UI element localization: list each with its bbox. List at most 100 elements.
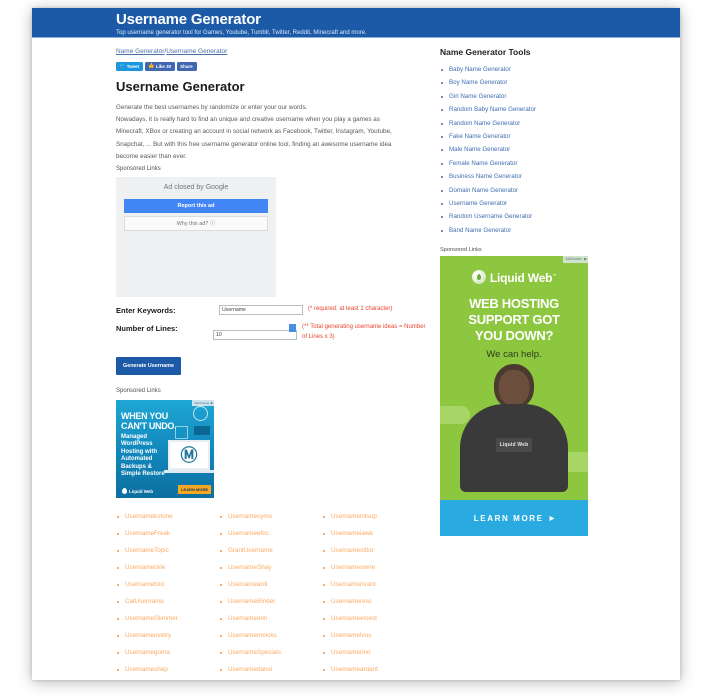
site-title: Username Generator xyxy=(116,11,261,28)
facebook-share-button[interactable]: Share xyxy=(177,62,197,71)
wp-ad-cta-button[interactable]: LEARN MORE xyxy=(178,485,211,495)
liquid-web-subhead: We can help. xyxy=(486,349,542,361)
results-column-2: Usernamecyme Usernameefoc GrantUsername … xyxy=(219,508,322,678)
like-label: Like 30 xyxy=(155,64,172,69)
twitter-tweet-button[interactable]: 🐦 Tweet xyxy=(116,62,144,71)
sidebar-item-baby-name-generator[interactable]: Baby Name Generator xyxy=(432,63,670,76)
wp-ad-brand-label: Liquid Web xyxy=(129,488,154,494)
result-item[interactable]: UsernameGlimmer xyxy=(116,610,219,627)
breadcrumb: Name Generator/Username Generator xyxy=(116,47,432,56)
wordpress-hosting-ad[interactable]: AdChoices WHEN YOU CAN'T UNDO. Managed W… xyxy=(116,400,214,499)
sidebar-item-girl-name-generator[interactable]: Girl Name Generator xyxy=(432,90,670,103)
main-column: Name Generator/Username Generator 🐦 Twee… xyxy=(32,38,432,680)
page-title: Username Generator xyxy=(116,79,245,94)
sidebar-tool-list: Baby Name Generator Boy Name Generator G… xyxy=(432,63,670,237)
result-item[interactable]: UsernameShay xyxy=(219,559,322,576)
result-item[interactable]: Usernamerivant xyxy=(322,576,425,593)
laptop-illustration: Ⓜ xyxy=(168,440,210,471)
result-item[interactable]: Usernametsto xyxy=(116,576,219,593)
result-item[interactable]: Usernameshep xyxy=(116,661,219,678)
lw-headline-3: YOU DOWN? xyxy=(474,328,554,344)
lines-select-wrap xyxy=(213,323,297,341)
results-column-1: Usernamekstone UsernameFreak UsernameTop… xyxy=(116,508,219,678)
report-this-ad-button[interactable]: Report this ad xyxy=(124,199,268,214)
liquid-web-cta-button[interactable]: LEARN MORE ▶ xyxy=(440,500,588,537)
wp-ad-body: Managed WordPress Hosting with Automated… xyxy=(121,434,165,478)
person-photo: Liquid Web xyxy=(458,364,570,493)
sidebar-item-boy-name-generator[interactable]: Boy Name Generator xyxy=(432,76,670,89)
result-item[interactable]: Usernameardant xyxy=(322,661,425,678)
ad-decoration-circle xyxy=(193,406,208,422)
site-header: Username Generator Top username generato… xyxy=(32,8,680,38)
content-row: Name Generator/Username Generator 🐦 Twee… xyxy=(32,38,680,680)
result-item[interactable]: Usernameorin xyxy=(219,610,322,627)
result-item[interactable]: GrantUsername xyxy=(219,542,322,559)
trademark-icon: ™ xyxy=(552,273,557,279)
breadcrumb-current-link[interactable]: Username Generator xyxy=(166,48,227,55)
keywords-hint: (* required: at least 1 character) xyxy=(308,306,393,313)
sidebar-title: Name Generator Tools xyxy=(440,47,531,57)
sidebar-item-business-name-generator[interactable]: Business Name Generator xyxy=(432,170,670,183)
result-item[interactable]: Usernameintsup xyxy=(322,508,425,525)
sidebar-item-male-name-generator[interactable]: Male Name Generator xyxy=(432,143,670,156)
sidebar-item-random-username-generator[interactable]: Random Username Generator xyxy=(432,210,670,223)
lines-label: Number of Lines: xyxy=(116,324,178,334)
keywords-label: Enter Keywords: xyxy=(116,306,176,316)
result-item[interactable]: Usernameckle xyxy=(116,559,219,576)
sidebar-item-domain-name-generator[interactable]: Domain Name Generator xyxy=(432,184,670,197)
result-item[interactable]: UsernameSpecials xyxy=(219,644,322,661)
site-tagline: Top username generator tool for Games, Y… xyxy=(116,30,367,36)
result-item[interactable]: Usernameefoc xyxy=(219,525,322,542)
why-this-ad-button[interactable]: Why this ad? ⓘ xyxy=(124,216,268,232)
adchoices-icon[interactable]: AdChoices xyxy=(192,400,214,407)
person-face xyxy=(498,370,530,407)
result-item[interactable]: UsernameFreak xyxy=(116,525,219,542)
liquid-web-drop-icon xyxy=(471,270,486,285)
sidebar-item-fake-name-generator[interactable]: Fake Name Generator xyxy=(432,130,670,143)
facebook-like-button[interactable]: 👍 Like 30 xyxy=(145,62,176,71)
sidebar-item-female-name-generator[interactable]: Female Name Generator xyxy=(432,157,670,170)
liquid-web-drop-icon xyxy=(122,488,127,495)
keywords-input[interactable] xyxy=(219,305,303,316)
wp-ad-headline-1: WHEN YOU xyxy=(121,411,168,422)
result-item[interactable]: Usernameowne xyxy=(322,559,425,576)
results-column-3: Usernameintsup Usernameiawe UsernamesItl… xyxy=(322,508,425,678)
liquid-web-headline: WEB HOSTING SUPPORT GOT YOU DOWN? xyxy=(440,296,588,344)
intro-line: become easier than ever. xyxy=(116,152,187,160)
result-item[interactable]: Usernamecyme xyxy=(219,508,322,525)
intro-line: Generate the best usernames by randomize… xyxy=(116,104,308,111)
generate-username-button[interactable]: Generate Username xyxy=(116,357,181,376)
ad-closed-text: Ad closed by Google xyxy=(163,184,229,192)
wp-ad-brand: Liquid Web xyxy=(122,488,154,495)
result-item[interactable]: Usernamerino xyxy=(322,644,425,661)
ad-decoration-bar xyxy=(194,426,210,436)
result-item[interactable]: Usernamekstone xyxy=(116,508,219,525)
result-item[interactable]: Usernamegoma xyxy=(116,644,219,661)
sidebar-item-band-name-generator[interactable]: Band Name Generator xyxy=(432,224,670,237)
result-item[interactable]: UsernamesItlor xyxy=(322,542,425,559)
laptop-base xyxy=(164,470,214,474)
lw-headline-2: SUPPORT GOT xyxy=(468,312,560,328)
result-item[interactable]: Usernamedansi xyxy=(219,661,322,678)
result-item[interactable]: Usernamenmicks xyxy=(219,627,322,644)
google-ad-inner: Ad closed by Google Report this ad Why t… xyxy=(116,177,276,232)
result-item[interactable]: Usernamelvus xyxy=(322,627,425,644)
keywords-row: Enter Keywords: (* required: at least 1 … xyxy=(116,305,432,317)
adchoices-icon[interactable]: AdChoices xyxy=(562,256,588,263)
breadcrumb-root-link[interactable]: Name Generator xyxy=(116,48,164,55)
sidebar-item-random-baby-name-generator[interactable]: Random Baby Name Generator xyxy=(432,103,670,116)
result-item[interactable]: Usernameeloest xyxy=(322,610,425,627)
result-item[interactable]: Usernameiawe xyxy=(322,525,425,542)
number-of-lines-input[interactable] xyxy=(213,330,297,341)
sidebar-item-username-generator[interactable]: Username Generator xyxy=(432,197,670,210)
result-item[interactable]: CatUsername xyxy=(116,593,219,610)
result-item[interactable]: Usernameuvetry xyxy=(116,627,219,644)
result-item[interactable]: UsernameBinder xyxy=(219,593,322,610)
result-item[interactable]: Usernameardi xyxy=(219,576,322,593)
intro-line: Snapchat, ... But with this free usernam… xyxy=(116,140,392,148)
result-item[interactable]: Usernameresc xyxy=(322,593,425,610)
result-item[interactable]: UsernameTopic xyxy=(116,542,219,559)
sponsored-links-label: Sponsored Links xyxy=(116,166,161,173)
sidebar-item-random-name-generator[interactable]: Random Name Generator xyxy=(432,117,670,130)
liquid-web-ad[interactable]: AdChoices Liquid Web ™ WEB HOSTING SUPPOR… xyxy=(440,256,588,537)
